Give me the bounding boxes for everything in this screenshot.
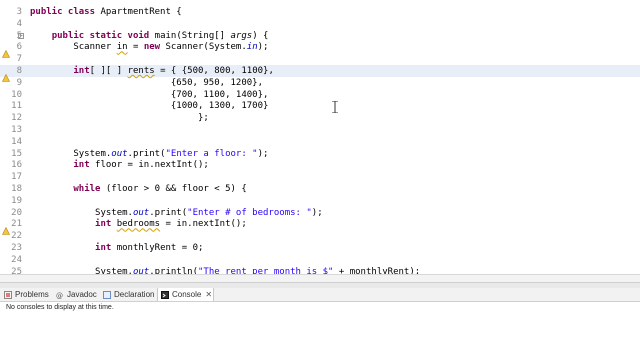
tab-label: Console xyxy=(172,290,202,299)
tab-problems[interactable]: Problems xyxy=(4,288,54,301)
line-number: 13 xyxy=(11,125,22,135)
tab-declaration[interactable]: Declaration xyxy=(103,288,155,301)
console-icon xyxy=(161,290,169,299)
declaration-icon xyxy=(103,290,111,299)
code-text[interactable]: public class ApartmentRent { xyxy=(30,6,182,18)
javadoc-icon: @ xyxy=(56,291,64,300)
line-number: 18 xyxy=(11,184,22,194)
line-number: 7 xyxy=(16,54,22,65)
code-text[interactable]: public static void main(String[] args) { xyxy=(30,30,269,42)
code-editor[interactable]: 3 public class ApartmentRent { 4 5− public … xyxy=(0,0,640,274)
code-line[interactable]: 16 int floor = in.nextInt(); xyxy=(0,159,640,171)
line-number: 17 xyxy=(11,172,22,183)
panel-tab-bar: Problems @ Javadoc Declaration Console ✕ xyxy=(0,288,640,302)
line-number: 19 xyxy=(11,195,22,206)
code-line[interactable]: 5− public static void main(String[] args… xyxy=(0,30,640,42)
code-text[interactable]: Scanner in = new Scanner(System.in); xyxy=(30,41,268,53)
code-line[interactable]: 12 }; xyxy=(0,112,640,124)
tab-javadoc[interactable]: @ Javadoc xyxy=(56,288,102,301)
line-number: 22 xyxy=(11,231,22,242)
code-text[interactable]: System.out.print("Enter a floor: "); xyxy=(30,148,268,160)
code-line[interactable]: 23 int monthlyRent = 0; xyxy=(0,242,640,254)
tab-console[interactable]: Console ✕ xyxy=(157,288,214,301)
console-panel: Problems @ Javadoc Declaration Console ✕… xyxy=(0,288,640,360)
code-line[interactable]: 24 xyxy=(0,254,640,266)
code-text[interactable]: System.out.print("Enter # of bedrooms: "… xyxy=(30,207,323,219)
code-line[interactable]: 11 {1000, 1300, 1700} xyxy=(0,100,640,112)
code-line[interactable]: 8 int[ ][ ] rents = { {500, 800, 1100}, xyxy=(0,65,640,82)
tab-label: Javadoc xyxy=(67,290,97,299)
line-number: 4 xyxy=(16,18,22,29)
code-line[interactable]: 6 Scanner in = new Scanner(System.in); xyxy=(0,41,640,59)
line-number: 3 xyxy=(16,7,22,17)
line-number: 9 xyxy=(16,77,22,88)
problems-icon xyxy=(4,290,12,299)
line-number: 10 xyxy=(11,89,22,100)
line-number: 16 xyxy=(11,160,22,171)
code-line[interactable]: 7 xyxy=(0,53,640,65)
code-text[interactable]: System.out.println("The rent per month i… xyxy=(30,266,420,274)
code-line[interactable]: 14 xyxy=(0,136,640,148)
code-text[interactable]: int[ ][ ] rents = { {500, 800, 1100}, xyxy=(30,65,274,77)
code-line[interactable]: 15 System.out.print("Enter a floor: "); xyxy=(0,148,640,160)
line-number: 15 xyxy=(11,148,22,159)
code-text[interactable]: int monthlyRent = 0; xyxy=(30,242,203,254)
code-line[interactable]: 22 xyxy=(0,230,640,242)
code-text[interactable]: {650, 950, 1200}, xyxy=(30,77,263,89)
code-line[interactable]: 4 xyxy=(0,18,640,30)
line-number: 25 xyxy=(11,266,22,274)
code-line[interactable]: 21 int bedrooms = in.nextInt(); xyxy=(0,218,640,236)
svg-text:@: @ xyxy=(56,292,63,299)
tab-label: Problems xyxy=(15,290,49,299)
tab-label: Declaration xyxy=(114,290,155,299)
warning-icon[interactable] xyxy=(2,220,10,236)
code-line[interactable]: 19 xyxy=(0,195,640,207)
code-text[interactable]: int bedrooms = in.nextInt(); xyxy=(30,218,247,230)
line-number: 24 xyxy=(11,254,22,265)
code-line[interactable]: 13 xyxy=(0,124,640,136)
code-line[interactable]: 20 System.out.print("Enter # of bedrooms… xyxy=(0,207,640,219)
code-text[interactable]: }; xyxy=(30,112,209,124)
fold-toggle-icon[interactable]: − xyxy=(18,32,24,39)
code-line[interactable]: 18 while (floor > 0 && floor < 5) { xyxy=(0,183,640,195)
code-text[interactable]: while (floor > 0 && floor < 5) { xyxy=(30,183,246,195)
close-icon[interactable]: ✕ xyxy=(205,290,212,299)
code-line[interactable]: 17 xyxy=(0,171,640,183)
console-message: No consoles to display at this time. xyxy=(6,304,114,311)
code-text[interactable]: int floor = in.nextInt(); xyxy=(30,159,208,171)
warning-icon[interactable] xyxy=(2,43,10,59)
code-line[interactable]: 9 {650, 950, 1200}, xyxy=(0,77,640,89)
code-text[interactable]: {1000, 1300, 1700} xyxy=(30,100,269,112)
line-number: 23 xyxy=(11,243,22,253)
line-number: 14 xyxy=(11,136,22,147)
line-number: 12 xyxy=(11,113,22,124)
line-number: 11 xyxy=(11,101,22,112)
line-number: 20 xyxy=(11,207,22,218)
code-text[interactable]: {700, 1100, 1400}, xyxy=(30,89,269,101)
code-line[interactable]: 3 public class ApartmentRent { xyxy=(0,6,640,18)
code-line[interactable]: 25 System.out.println("The rent per mont… xyxy=(0,266,640,274)
text-cursor-icon xyxy=(331,98,339,114)
warning-icon[interactable] xyxy=(2,67,10,82)
code-line[interactable]: 10 {700, 1100, 1400}, xyxy=(0,89,640,101)
